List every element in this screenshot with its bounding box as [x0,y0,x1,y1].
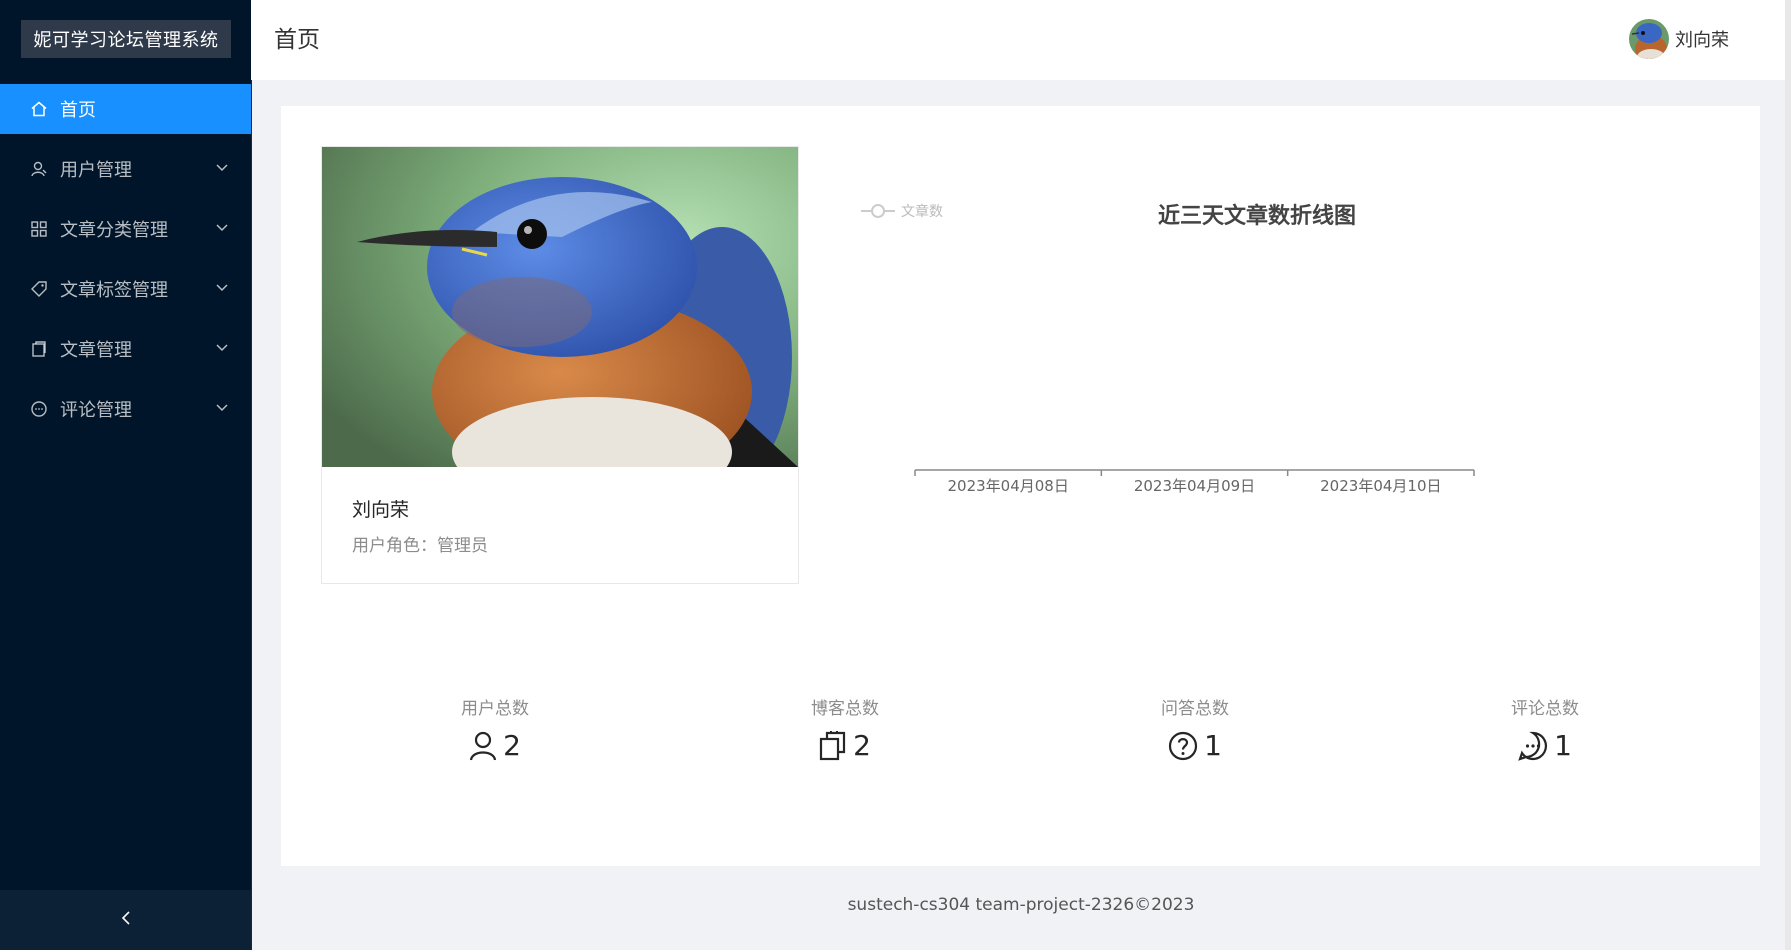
footer: sustech-cs304 team-project-2326©2023 [847,895,1195,915]
stat-users: 用户总数 2 [395,694,595,762]
profile-card: 刘向荣 用户角色：管理员 [321,146,799,584]
profile-name: 刘向荣 [352,499,410,521]
question-circle-icon [1168,731,1198,760]
stat-value: 1 [1204,729,1222,762]
sidebar: 妮可学习论坛管理系统 首页 用户管理 文章分类管理 文章标签管理 文章管理 评论… [0,0,252,950]
article-line-chart: 文章数 近三天文章数折线图 2023年04月08日 2023年04月09日 2023… [831,146,1731,546]
x-tick-label: 2023年04月10日 [1320,477,1441,495]
chevron-down-icon [215,341,229,355]
tag-icon [30,280,48,298]
sidebar-collapse-button[interactable] [0,890,251,950]
user-icon [30,160,48,178]
user-menu[interactable]: 刘向荣 [1629,19,1729,59]
document-icon [30,340,48,358]
stats-row: 用户总数 2 博客总数 2 问答总数 1 评论总数 1 [281,694,1760,774]
document-icon [819,730,846,760]
sidebar-item-home[interactable]: 首页 [0,84,251,134]
sidebar-item-label: 文章管理 [60,340,132,361]
stat-value: 2 [503,729,521,762]
stat-questions: 问答总数 1 [1095,694,1295,762]
stat-comments: 评论总数 1 [1445,694,1645,762]
x-tick-label: 2023年04月08日 [947,477,1068,495]
stat-label: 评论总数 [1511,699,1579,719]
comment-icon [1518,731,1548,761]
sidebar-item-label: 文章分类管理 [60,220,168,241]
app-logo-title[interactable]: 妮可学习论坛管理系统 [21,20,231,58]
sidebar-item-category-management[interactable]: 文章分类管理 [0,204,251,254]
sidebar-item-article-management[interactable]: 文章管理 [0,324,251,374]
sidebar-item-comment-management[interactable]: 评论管理 [0,384,251,434]
chevron-left-icon [120,910,132,930]
chart-canvas: 2023年04月08日 2023年04月09日 2023年04月10日 [914,469,1475,495]
sidebar-item-tag-management[interactable]: 文章标签管理 [0,264,251,314]
stat-value: 2 [853,729,871,762]
page-title: 首页 [274,27,320,53]
user-name[interactable]: 刘向荣 [1675,26,1729,52]
stat-value: 1 [1554,729,1572,762]
page-scrollbar[interactable] [1785,0,1791,950]
main-content: 刘向荣 用户角色：管理员 文章数 近三天文章数折线图 2023年04月08日 20… [281,106,1760,866]
sidebar-item-user-management[interactable]: 用户管理 [0,144,251,194]
stat-label: 博客总数 [811,699,879,719]
profile-role-value: 管理员 [437,536,488,556]
profile-role: 用户角色：管理员 [352,531,488,556]
stat-label: 用户总数 [461,699,529,719]
profile-photo [322,147,798,467]
comment-icon [30,400,48,418]
chevron-down-icon [215,221,229,235]
stat-label: 问答总数 [1161,699,1229,719]
grid-icon [30,220,48,238]
profile-role-label: 用户角色： [352,536,437,556]
chevron-down-icon [215,401,229,415]
sidebar-item-label: 评论管理 [60,400,132,421]
avatar[interactable] [1629,19,1669,59]
sidebar-menu: 首页 用户管理 文章分类管理 文章标签管理 文章管理 评论管理 [0,84,251,444]
chevron-down-icon [215,281,229,295]
x-tick-label: 2023年04月09日 [1134,477,1255,495]
sidebar-item-label: 文章标签管理 [60,280,168,301]
home-icon [30,100,48,118]
sidebar-item-label: 首页 [60,100,96,121]
stat-blogs: 博客总数 2 [745,694,945,762]
sidebar-item-label: 用户管理 [60,160,132,181]
user-icon [469,731,497,760]
top-header: 首页 刘向荣 [251,0,1791,80]
chevron-down-icon [215,161,229,175]
